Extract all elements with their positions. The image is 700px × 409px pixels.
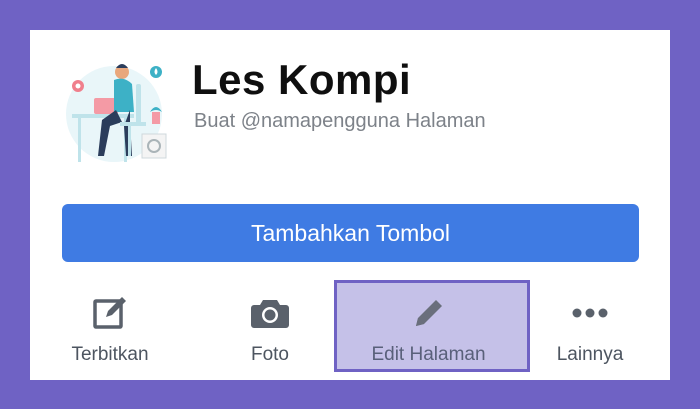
more-label: Lainnya [556,344,624,365]
more-button[interactable]: Lainnya [540,280,640,370]
pencil-icon [412,294,446,332]
more-dots-icon [571,294,609,332]
camera-icon [251,294,289,332]
page-title: Les Kompi [192,56,412,103]
add-button-button[interactable]: Tambahkan Tombol [62,204,639,262]
page-actions-bar: Terbitkan Foto Edit Halaman Lainnya [30,280,670,380]
page-header-card: Les Kompi Buat @namapengguna Halaman Tam… [30,30,670,380]
edit-page-button[interactable]: Edit Halaman [330,280,527,370]
edit-square-icon [92,294,128,332]
photo-button[interactable]: Foto [220,280,320,370]
avatar-illustration-icon [66,64,167,162]
publish-button[interactable]: Terbitkan [60,280,160,370]
edit-page-label: Edit Halaman [371,344,486,365]
add-button-label: Tambahkan Tombol [250,219,451,246]
photo-label: Foto [250,344,290,365]
page-avatar[interactable] [64,62,182,166]
publish-label: Terbitkan [71,344,149,365]
username-prompt[interactable]: Buat @namapengguna Halaman [194,110,486,133]
